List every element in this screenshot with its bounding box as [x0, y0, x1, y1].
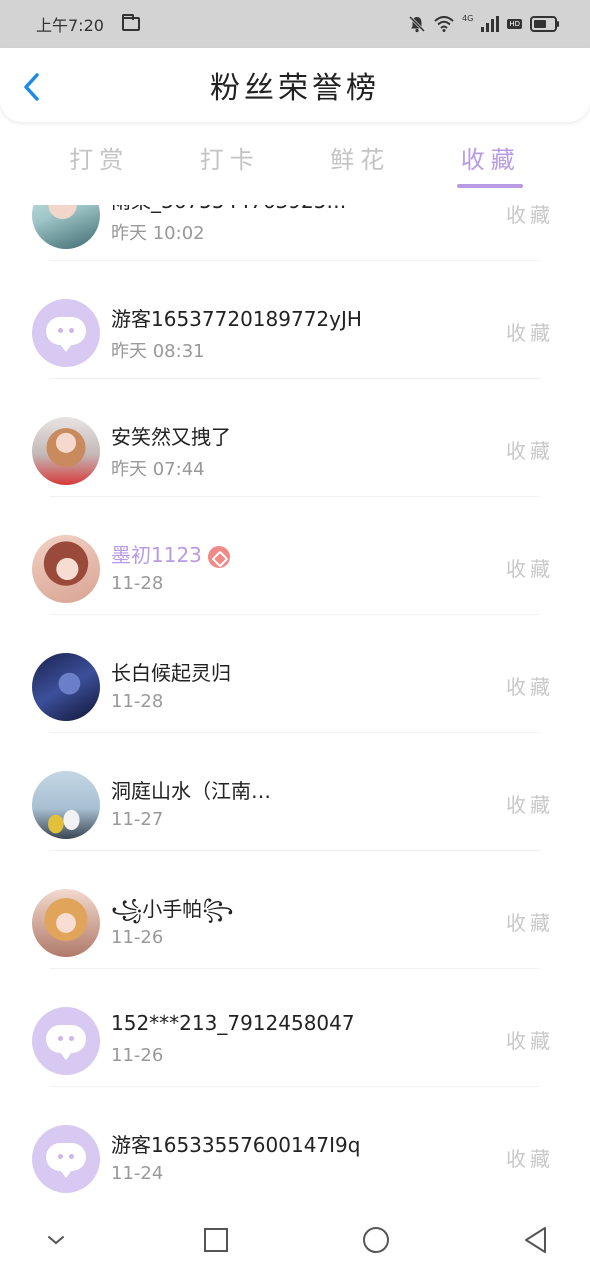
status-right: 4G HD [408, 13, 560, 33]
page-header: 粉丝荣誉榜 [0, 48, 590, 122]
status-time: 上午7:20 [36, 16, 104, 35]
chat-bubble-icon [46, 317, 86, 352]
signal-icon [481, 16, 500, 32]
list-item[interactable]: 长白候起灵归 11-28 收藏 [0, 615, 590, 733]
wifi-icon [434, 16, 454, 32]
timestamp: 11-26 [111, 927, 164, 948]
network-type: 4G [462, 13, 474, 23]
list-item[interactable]: 游客16533557600147I9q 11-24 收藏 [0, 1087, 590, 1200]
tab-label: 鲜花 [330, 146, 391, 174]
chevron-down-icon [48, 1236, 64, 1245]
action-label: 收藏 [506, 1029, 554, 1053]
avatar[interactable] [32, 417, 100, 485]
timestamp: 11-28 [111, 691, 164, 712]
bell-muted-icon [408, 15, 426, 33]
user-name: 墨初1123 [111, 539, 230, 568]
timestamp: 昨天 07:44 [111, 459, 205, 480]
list-item[interactable]: 雨果_3675544763925… 昨天 10:02 收藏 [0, 205, 590, 261]
active-tab-indicator [456, 184, 523, 188]
user-name: 安笑然又拽了 [111, 425, 231, 449]
timestamp: 昨天 08:31 [111, 341, 205, 362]
nav-back-button[interactable] [506, 1210, 566, 1270]
action-label: 收藏 [506, 205, 554, 227]
hd-badge: HD [507, 19, 522, 29]
user-name: 游客16537720189772yJH [111, 307, 362, 331]
system-nav-bar [0, 1200, 590, 1280]
list-item[interactable]: 152***213_7912458047 11-26 收藏 [0, 969, 590, 1087]
circle-icon [363, 1227, 389, 1253]
avatar[interactable] [32, 535, 100, 603]
tab-checkin[interactable]: 打卡 [200, 130, 260, 185]
list-item[interactable]: ꧁小手帕꧂ 11-26 收藏 [0, 851, 590, 969]
action-label: 收藏 [506, 1147, 554, 1171]
user-name: 游客16533557600147I9q [111, 1133, 361, 1157]
tab-label: 打赏 [69, 146, 130, 174]
avatar[interactable] [32, 205, 100, 249]
list-item[interactable]: 游客16537720189772yJH 昨天 08:31 收藏 [0, 261, 590, 379]
nav-recents-button[interactable] [186, 1210, 246, 1270]
tab-favorites[interactable]: 收藏 [456, 130, 523, 188]
avatar[interactable] [32, 889, 100, 957]
avatar[interactable] [32, 653, 100, 721]
action-label: 收藏 [506, 793, 554, 817]
triangle-back-icon [525, 1227, 546, 1253]
fan-list-content: 雨果_3675544763925… 昨天 10:02 收藏 游客16537720… [0, 205, 590, 1200]
tab-flowers[interactable]: 鲜花 [330, 130, 390, 185]
page-title: 粉丝荣誉榜 [210, 71, 380, 106]
tab-label: 打卡 [199, 146, 260, 174]
nav-collapse-button[interactable] [26, 1210, 86, 1270]
user-name: 洞庭山水（江南… [111, 779, 271, 803]
list-item[interactable]: 安笑然又拽了 昨天 07:44 收藏 [0, 379, 590, 497]
tab-bar: 打赏 打卡 鲜花 收藏 [0, 130, 590, 192]
status-left: 上午7:20 [36, 12, 140, 36]
square-icon [204, 1228, 228, 1252]
user-name-text: 墨初1123 [111, 543, 202, 567]
timestamp: 11-26 [111, 1045, 164, 1066]
timestamp: 11-27 [111, 809, 164, 830]
back-button[interactable] [20, 72, 44, 102]
chat-bubble-icon [46, 1025, 86, 1060]
action-label: 收藏 [506, 439, 554, 463]
timestamp: 11-28 [111, 573, 164, 594]
nav-home-button[interactable] [346, 1210, 406, 1270]
tab-label: 收藏 [460, 146, 521, 174]
chevron-left-icon [24, 73, 39, 101]
fan-list[interactable]: 雨果_3675544763925… 昨天 10:02 收藏 游客16537720… [0, 205, 590, 1200]
action-label: 收藏 [506, 321, 554, 345]
battery-icon [530, 16, 560, 32]
avatar[interactable] [32, 1125, 100, 1193]
user-name: 152***213_7912458047 [111, 1011, 355, 1035]
user-name: 长白候起灵归 [111, 661, 231, 685]
timestamp: 11-24 [111, 1163, 164, 1184]
vip-badge-icon [207, 545, 230, 568]
action-label: 收藏 [506, 911, 554, 935]
list-item[interactable]: 洞庭山水（江南… 11-27 收藏 [0, 733, 590, 851]
tab-tip[interactable]: 打赏 [69, 130, 129, 185]
avatar[interactable] [32, 1007, 100, 1075]
avatar[interactable] [32, 299, 100, 367]
action-label: 收藏 [506, 675, 554, 699]
timestamp: 昨天 10:02 [111, 223, 205, 244]
chat-bubble-icon [46, 1143, 86, 1178]
list-item[interactable]: 墨初1123 11-28 收藏 [0, 497, 590, 615]
status-bar: 上午7:20 4G HD [0, 0, 590, 48]
user-name: 雨果_3675544763925… [111, 205, 346, 214]
action-label: 收藏 [506, 557, 554, 581]
folder-icon [121, 14, 140, 31]
avatar[interactable] [32, 771, 100, 839]
